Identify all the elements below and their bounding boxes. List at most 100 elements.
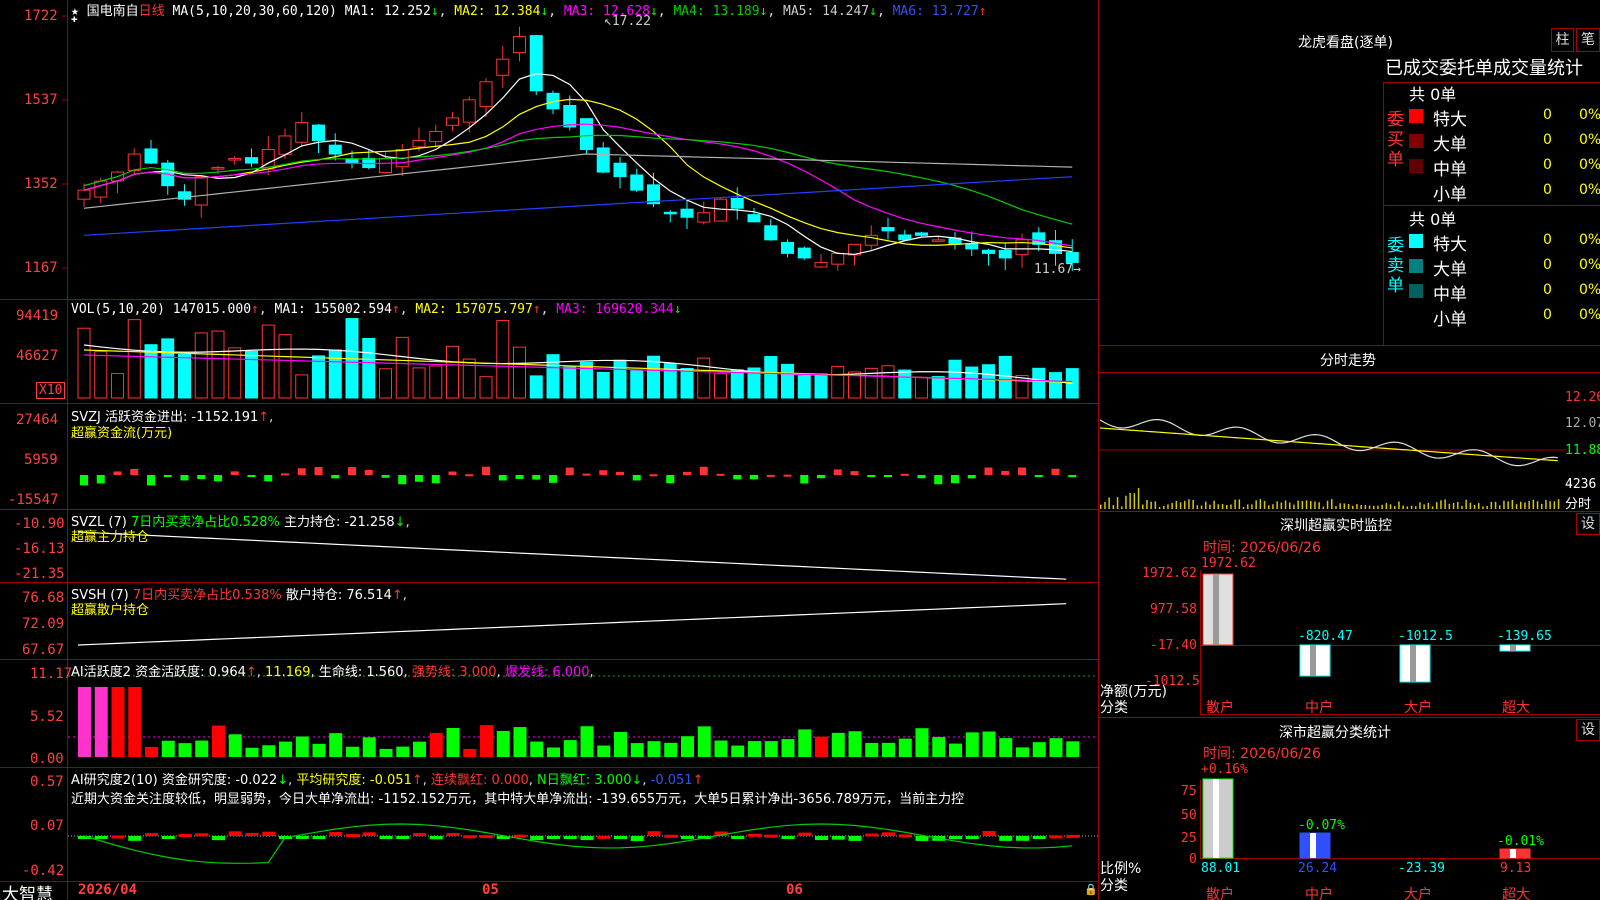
sz-monitor-time: 时间: 2026/06/26: [1203, 540, 1321, 556]
ai-research-bar: [362, 832, 376, 836]
ai-active-bar: [714, 740, 728, 757]
ai-active-bar: [865, 742, 879, 757]
ai-research-bar: [161, 836, 175, 839]
ai-active-bar: [429, 732, 443, 757]
sz-cat-2: 大户: [1404, 700, 1432, 716]
ts-volume-bar: [1461, 505, 1463, 509]
ai-active-bar: [764, 741, 778, 757]
volume-bar: [680, 368, 694, 399]
volume-bar: [915, 376, 928, 399]
main-legend: ★ 国电南自日线 MA(5,10,20,30,60,120) MA1: 12.2…: [71, 4, 987, 19]
pen-mode-button[interactable]: 笔: [1576, 28, 1600, 52]
stock-name[interactable]: 国电南自: [87, 4, 139, 19]
ai-active-bar: [178, 743, 192, 757]
svzj-bar: [482, 466, 490, 475]
lock-icon[interactable]: 🔒: [1084, 883, 1098, 896]
svzj-bar: [448, 471, 457, 475]
ts-volume-bar: [1284, 500, 1287, 509]
svzj-bar: [934, 475, 943, 485]
svzj-bar: [113, 471, 122, 475]
ts-volume-bar: [1196, 505, 1199, 509]
sz-bar-shade: [1510, 645, 1516, 651]
sell-side-label: 委卖单: [1387, 236, 1404, 296]
timeshare-title: 分时走势: [1320, 353, 1376, 369]
ts-volume-bar: [1116, 497, 1119, 509]
candle-body: [663, 211, 677, 215]
crosshair-icon[interactable]: ✚: [71, 12, 78, 25]
svzj-bar: [364, 469, 373, 475]
ai-active-bar: [1049, 738, 1063, 757]
svzj-bar: [766, 474, 775, 477]
ai-research-bar: [798, 832, 812, 836]
sz-value-2: -1012.5: [1398, 629, 1453, 644]
buy-row: 特大 0 0%: [1409, 105, 1600, 130]
ai-cont-red: 连续飘红: 0.000: [431, 773, 529, 788]
ts-volume-bar: [1175, 500, 1178, 509]
ai-research-bar: [94, 836, 108, 839]
volume-bar: [161, 338, 175, 399]
ai-active-bar: [530, 741, 544, 757]
szc-class-label: 分类: [1100, 878, 1128, 894]
ma2-line: [83, 98, 1073, 249]
ts-volume-bar: [1272, 504, 1274, 509]
ai-research-bar: [664, 834, 678, 838]
svzj-bar: [431, 475, 440, 484]
ai-active-bar: [848, 731, 862, 757]
period-label[interactable]: 日线: [139, 4, 165, 19]
ts-volume-bar: [1293, 504, 1295, 509]
svzj-bar: [683, 471, 691, 475]
ai-research-bar: [145, 833, 158, 837]
candle-body: [211, 167, 225, 170]
ai-active-bar: [580, 726, 594, 757]
buy-row: 中单 0 0%: [1409, 155, 1600, 180]
ai-research-bar: [731, 836, 745, 839]
svzj-bar: [130, 468, 139, 475]
sz-class-settings-button[interactable]: 设: [1576, 719, 1600, 741]
ts-volume-bar: [1410, 505, 1413, 509]
svzj-bar: [281, 473, 289, 476]
volume-bar: [814, 373, 828, 399]
ai-research-bar: [865, 833, 879, 837]
ts-volume-bar: [1549, 501, 1551, 509]
candle-body: [563, 104, 577, 128]
szc-y-tick-1: 50: [1181, 808, 1197, 823]
ts-volume-bar: [1137, 488, 1140, 509]
szc-y-tick-0: 75: [1181, 784, 1197, 799]
ts-volume-bar: [1100, 504, 1102, 509]
ai-active-bar: [681, 736, 694, 757]
ai-active-bar: [245, 747, 259, 757]
ai-active-bar: [597, 745, 611, 757]
candle-body: [998, 249, 1012, 259]
buy-count: 0: [1543, 107, 1552, 123]
volume-bar: [898, 369, 912, 399]
ts-volume-bar: [1524, 502, 1526, 509]
y-tick-vol-1: 46627: [16, 348, 59, 364]
ts-volume-bar: [1482, 506, 1484, 509]
ai-active-bar: [295, 736, 309, 757]
y-tick-svzj-2: -15547: [8, 492, 59, 508]
ai-active-bar: [1032, 742, 1046, 757]
ai-research-bar: [781, 836, 795, 839]
ai-active-bar: [1016, 747, 1029, 757]
candle-body: [714, 198, 727, 222]
bar-mode-button[interactable]: 柱: [1551, 28, 1574, 52]
ts-volume-bar: [1163, 505, 1165, 509]
szc-bar-shade: [1310, 833, 1316, 858]
ai-active-bar: [731, 745, 745, 757]
buy-swatch: [1409, 134, 1423, 148]
volume-bar: [1032, 367, 1046, 399]
ai-active-bar: [111, 687, 125, 757]
candle-body: [144, 148, 158, 164]
ai-research-bar: [262, 831, 276, 836]
sz-monitor-settings-button[interactable]: 设: [1576, 513, 1600, 535]
svzj-bar: [398, 475, 407, 485]
ts-volume-bar: [1389, 504, 1392, 509]
ai-research-bar: [915, 836, 929, 841]
ts-volume-bar: [1121, 506, 1123, 509]
ts-volume-bar: [1125, 495, 1127, 509]
ts-volume-bar: [1280, 502, 1283, 509]
ts-volume-bar: [1129, 492, 1131, 509]
svzj-bar: [649, 474, 658, 477]
sell-count: 0: [1543, 282, 1552, 298]
ai-research-bar: [580, 836, 594, 841]
